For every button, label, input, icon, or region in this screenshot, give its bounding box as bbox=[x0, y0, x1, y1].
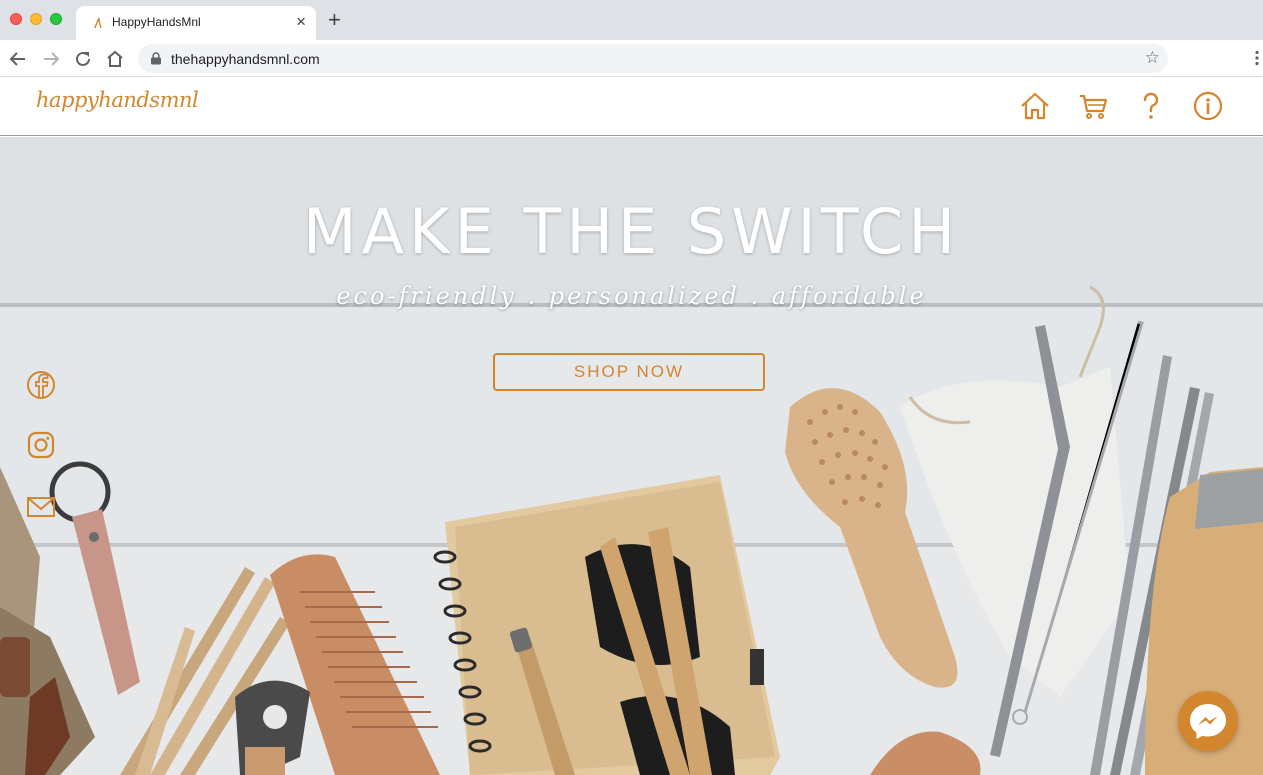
facebook-icon[interactable] bbox=[26, 370, 56, 400]
window-minimize-button[interactable] bbox=[30, 13, 42, 25]
cart-icon[interactable] bbox=[1078, 91, 1108, 121]
shop-now-button[interactable]: SHOP NOW bbox=[493, 353, 765, 391]
messenger-chat-button[interactable] bbox=[1178, 691, 1238, 751]
window-zoom-button[interactable] bbox=[50, 13, 62, 25]
question-icon[interactable] bbox=[1136, 91, 1166, 121]
browser-tab-bar: HappyHandsMnl × + bbox=[0, 0, 1263, 40]
window-close-button[interactable] bbox=[10, 13, 22, 25]
instagram-icon[interactable] bbox=[26, 430, 56, 460]
bookmark-star-icon[interactable]: ☆ bbox=[1145, 48, 1160, 68]
lock-icon bbox=[151, 52, 161, 65]
home-icon[interactable] bbox=[1020, 91, 1050, 121]
new-tab-button[interactable]: + bbox=[328, 9, 341, 31]
tab-close-icon[interactable]: × bbox=[296, 12, 306, 32]
url-text: thehappyhandsmnl.com bbox=[171, 51, 320, 67]
forward-icon[interactable] bbox=[40, 48, 62, 70]
browser-menu-icon[interactable] bbox=[1255, 50, 1259, 66]
browser-tab[interactable]: HappyHandsMnl × bbox=[76, 6, 316, 40]
home-browser-icon[interactable] bbox=[104, 48, 126, 70]
browser-toolbar: thehappyhandsmnl.com ☆ bbox=[0, 40, 1263, 77]
hero-title: MAKE THE SWITCH bbox=[303, 195, 960, 268]
hero-subtitle: eco-friendly . personalized . affordable bbox=[336, 282, 927, 310]
email-icon[interactable] bbox=[26, 492, 56, 522]
site-header: happyhandsmnl bbox=[0, 78, 1263, 136]
reload-icon[interactable] bbox=[72, 48, 94, 70]
tab-title: HappyHandsMnl bbox=[112, 15, 201, 29]
messenger-icon bbox=[1190, 704, 1226, 739]
hero-section: MAKE THE SWITCH eco-friendly . personali… bbox=[0, 137, 1263, 775]
site-favicon-icon bbox=[94, 17, 102, 29]
info-icon[interactable] bbox=[1193, 91, 1223, 121]
back-icon[interactable] bbox=[7, 48, 29, 70]
address-bar[interactable]: thehappyhandsmnl.com ☆ bbox=[138, 44, 1168, 73]
site-logo[interactable]: happyhandsmnl bbox=[36, 88, 199, 112]
